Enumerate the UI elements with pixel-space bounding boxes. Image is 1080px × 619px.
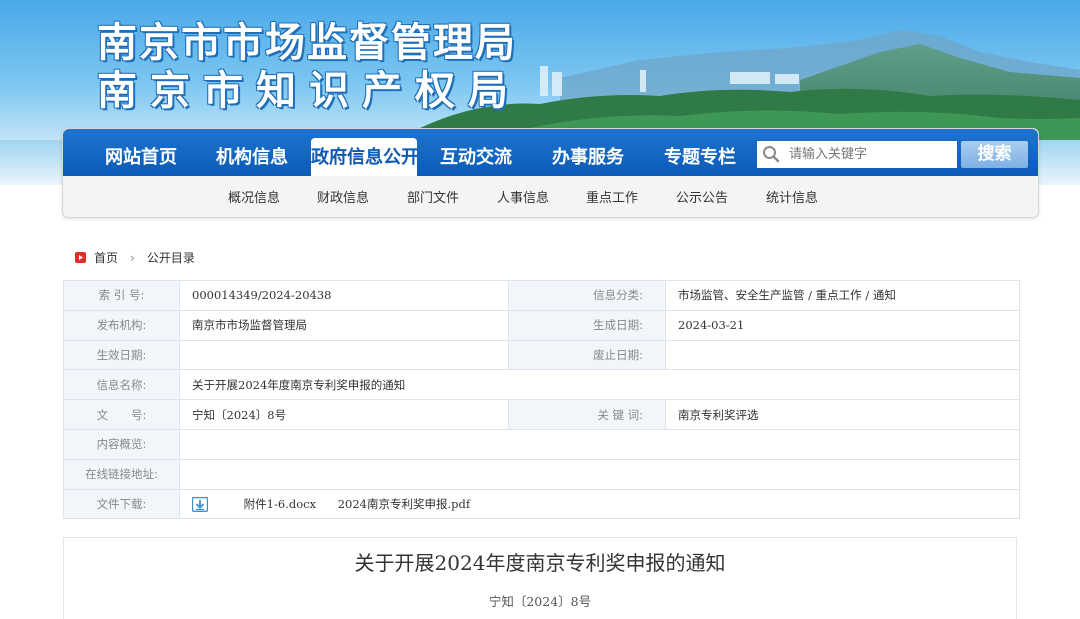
table-row: 文件下载: 附件1-6.docx 2024南京专利奖申报.pdf bbox=[63, 488, 1020, 520]
file-link-pdf[interactable]: 2024南京专利奖申报.pdf bbox=[338, 497, 470, 511]
subnav-item-notices[interactable]: 公示公告 bbox=[676, 187, 728, 206]
info-name-value: 关于开展2024年度南京专利奖申报的通知 bbox=[179, 369, 1020, 401]
info-name-label: 信息名称: bbox=[63, 369, 180, 401]
expire-date-value bbox=[665, 339, 1020, 371]
summary-label: 内容概览: bbox=[63, 428, 180, 460]
nav-item-interaction[interactable]: 互动交流 bbox=[428, 138, 524, 176]
index-value: 000014349/2024-20438 bbox=[179, 280, 509, 311]
breadcrumb-home[interactable]: 首页 bbox=[94, 249, 118, 266]
online-link-value bbox=[179, 458, 1020, 490]
table-row: 内容概览: bbox=[63, 428, 1020, 460]
created-date-value: 2024-03-21 bbox=[665, 309, 1020, 341]
nav-item-home[interactable]: 网站首页 bbox=[93, 138, 189, 176]
chevron-right-icon: › bbox=[130, 250, 135, 265]
table-row: 在线链接地址: bbox=[63, 458, 1020, 490]
search-button[interactable]: 搜索 bbox=[961, 141, 1028, 168]
effective-date-label: 生效日期: bbox=[63, 339, 180, 371]
breadcrumb-current: 公开目录 bbox=[146, 251, 195, 265]
publisher-label: 发布机构: bbox=[63, 309, 180, 341]
subnav-item-personnel[interactable]: 人事信息 bbox=[497, 187, 549, 206]
subnav-item-documents[interactable]: 部门文件 bbox=[407, 187, 459, 206]
article-panel: 关于开展2024年度南京专利奖申报的通知 宁知〔2024〕8号 bbox=[63, 537, 1017, 619]
keywords-value: 南京专利奖评选 bbox=[665, 399, 1020, 430]
download-label: 文件下载: bbox=[63, 488, 180, 520]
table-row: 发布机构: 南京市市场监督管理局 生成日期: 2024-03-21 bbox=[63, 309, 1020, 341]
nav-item-topics[interactable]: 专题专栏 bbox=[652, 138, 748, 176]
summary-value bbox=[179, 428, 1020, 460]
navigation: 网站首页 机构信息 政府信息公开 互动交流 办事服务 专题专栏 搜索 概况信息 … bbox=[62, 128, 1039, 218]
site-title-line2: 南京市知识产权局 bbox=[97, 67, 521, 114]
category-label: 信息分类: bbox=[508, 280, 666, 311]
download-icon[interactable] bbox=[192, 497, 208, 513]
article-doc-number: 宁知〔2024〕8号 bbox=[488, 594, 592, 609]
file-link-docx[interactable]: 附件1-6.docx bbox=[244, 497, 316, 511]
created-date-label: 生成日期: bbox=[508, 309, 666, 341]
main-nav-bar: 网站首页 机构信息 政府信息公开 互动交流 办事服务 专题专栏 搜索 bbox=[63, 129, 1038, 176]
effective-date-value bbox=[179, 339, 509, 371]
nav-item-services[interactable]: 办事服务 bbox=[540, 138, 636, 176]
subnav-item-statistics[interactable]: 统计信息 bbox=[766, 187, 818, 206]
search-icon bbox=[763, 146, 780, 163]
breadcrumb: 首页 › 公开目录 bbox=[75, 249, 195, 266]
info-table: 索 引 号: 000014349/2024-20438 信息分类: 市场监管、安… bbox=[63, 280, 1020, 520]
subnav-item-overview[interactable]: 概况信息 bbox=[228, 187, 280, 206]
article-title: 关于开展2024年度南京专利奖申报的通知 bbox=[354, 551, 726, 575]
search-box[interactable] bbox=[757, 141, 957, 168]
subnav-item-finance[interactable]: 财政信息 bbox=[317, 187, 369, 206]
table-row: 索 引 号: 000014349/2024-20438 信息分类: 市场监管、安… bbox=[63, 280, 1020, 311]
search-input[interactable] bbox=[789, 144, 949, 165]
table-row: 生效日期: 废止日期: bbox=[63, 339, 1020, 371]
expire-date-label: 废止日期: bbox=[508, 339, 666, 371]
keywords-label: 关 键 词: bbox=[508, 399, 666, 430]
table-row: 信息名称: 关于开展2024年度南京专利奖申报的通知 bbox=[63, 369, 1020, 401]
publisher-value: 南京市市场监督管理局 bbox=[179, 309, 509, 341]
category-value: 市场监管、安全生产监管 / 重点工作 / 通知 bbox=[665, 280, 1020, 311]
home-icon bbox=[75, 252, 86, 263]
index-label: 索 引 号: bbox=[63, 280, 180, 311]
nav-item-organization[interactable]: 机构信息 bbox=[204, 138, 300, 176]
nav-item-gov-info[interactable]: 政府信息公开 bbox=[311, 138, 419, 176]
subnav-item-key-work[interactable]: 重点工作 bbox=[586, 187, 638, 206]
online-link-label: 在线链接地址: bbox=[63, 458, 180, 490]
doc-number-value: 宁知〔2024〕8号 bbox=[179, 399, 509, 430]
table-row: 文 号: 宁知〔2024〕8号 关 键 词: 南京专利奖评选 bbox=[63, 399, 1020, 430]
doc-number-label: 文 号: bbox=[63, 399, 180, 430]
download-cell: 附件1-6.docx 2024南京专利奖申报.pdf bbox=[179, 488, 1020, 520]
